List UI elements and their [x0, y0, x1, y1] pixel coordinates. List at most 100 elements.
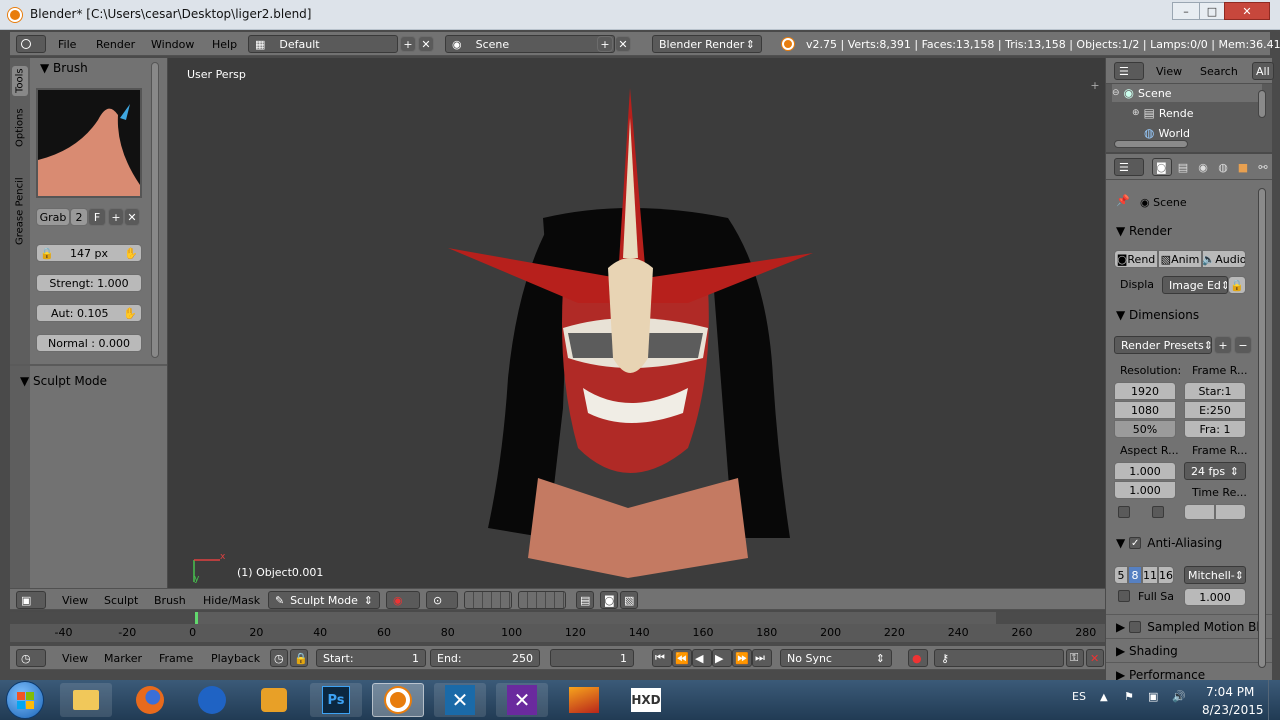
taskbar-app-x-tool[interactable]: ✕ [434, 683, 486, 717]
context-tab-scene[interactable]: ◉ [1194, 158, 1212, 176]
remove-preset-button[interactable]: − [1234, 336, 1252, 354]
layout-selector[interactable]: ▦ Default [248, 35, 398, 53]
editor-type-button[interactable]: ◷ [16, 649, 46, 667]
prev-keyframe-button[interactable]: ⏪ [672, 649, 692, 667]
menu-render[interactable]: Render [96, 38, 135, 51]
volume-icon[interactable]: 🔊 [1172, 690, 1186, 703]
show-hidden-icons-icon[interactable]: ▲ [1100, 692, 1108, 703]
taskbar-app-xplore[interactable]: ✕ [496, 683, 548, 717]
frame-step-field[interactable]: Fra: 1 [1184, 420, 1246, 438]
brush-preview[interactable] [36, 88, 142, 198]
menu-playback[interactable]: Playback [211, 652, 260, 665]
brush-name-field[interactable]: Grab [36, 208, 70, 226]
outliner-item-render[interactable]: ⊕ ▤ Rende [1132, 104, 1262, 122]
menu-help[interactable]: Help [212, 38, 237, 51]
remove-scene-button[interactable]: ✕ [615, 36, 631, 52]
render-animation-button[interactable]: ▧ Anim [1158, 250, 1202, 268]
add-preset-button[interactable]: + [1214, 336, 1232, 354]
context-tab-object[interactable]: ■ [1234, 158, 1252, 176]
resolution-y-field[interactable]: 1080 [1114, 401, 1176, 419]
outliner-vscrollbar[interactable] [1258, 90, 1266, 118]
time-remap-old-field[interactable] [1184, 504, 1215, 520]
add-scene-button[interactable]: + [597, 36, 613, 52]
editor-type-button[interactable]: ☰ [1114, 158, 1144, 176]
network-icon[interactable]: ▣ [1148, 690, 1158, 703]
editor-type-button[interactable] [16, 35, 46, 53]
menu-marker[interactable]: Marker [104, 652, 142, 665]
taskbar-app-firefox[interactable] [124, 683, 176, 717]
aa-samples-11[interactable]: 11 [1142, 566, 1158, 584]
taskbar-app-explorer[interactable] [60, 683, 112, 717]
menu-hide-mask[interactable]: Hide/Mask [203, 594, 260, 607]
context-tab-constraints[interactable]: ⚯ [1254, 158, 1272, 176]
frame-end-field[interactable]: E:250 [1184, 401, 1246, 419]
lock-camera-button[interactable]: ▤ [576, 591, 594, 609]
menu-frame[interactable]: Frame [159, 652, 193, 665]
jump-end-button[interactable]: ⏭ [752, 649, 772, 667]
context-tab-layers[interactable]: ▤ [1174, 158, 1192, 176]
play-button[interactable]: ▶ [712, 649, 732, 667]
strength-field[interactable]: Strengt: 1.000 [36, 274, 142, 292]
timeline-ruler[interactable]: -40 -20 0 20 40 60 80 100 120 140 160 180 200 220 240 2… [10, 612, 1105, 642]
resolution-percentage-field[interactable]: 50% [1114, 420, 1176, 438]
full-sample-checkbox[interactable] [1118, 590, 1130, 602]
end-frame-field[interactable]: End: 250 [430, 649, 540, 667]
insert-keyframe-button[interactable]: ⚿ [1066, 649, 1084, 667]
layer-buttons-b[interactable] [518, 591, 566, 609]
play-reverse-button[interactable]: ◀ [692, 649, 712, 667]
input-language[interactable]: ES [1072, 690, 1086, 703]
aa-checkbox[interactable]: ✓ [1129, 537, 1142, 549]
filter-size-field[interactable]: 1.000 [1184, 588, 1246, 606]
jump-start-button[interactable]: ⏮ [652, 649, 672, 667]
tab-tools[interactable]: Tools [12, 66, 28, 96]
close-button[interactable]: ✕ [1224, 2, 1270, 20]
render-presets-selector[interactable]: Render Presets ⇕ [1114, 336, 1212, 354]
taskbar-app-photoshop[interactable]: Ps [310, 683, 362, 717]
show-desktop-button[interactable] [1268, 680, 1280, 720]
editor-type-button[interactable]: ▣ [16, 591, 46, 609]
clock-time[interactable]: 7:04 PM [1206, 685, 1254, 699]
start-button[interactable] [6, 681, 44, 719]
brush-panel-header[interactable]: ▼ Brush [40, 61, 88, 75]
autosmooth-field[interactable]: Aut: 0.105 ✋ [36, 304, 142, 322]
taskbar-app-video[interactable] [558, 683, 610, 717]
minimize-button[interactable]: – [1172, 2, 1200, 20]
properties-scrollbar[interactable] [1258, 188, 1266, 668]
render-image-button[interactable]: ◙ Rend [1114, 250, 1158, 268]
start-frame-field[interactable]: Start: 1 [316, 649, 426, 667]
menu-view[interactable]: View [62, 594, 88, 607]
display-filter-selector[interactable]: All [1252, 62, 1274, 80]
aa-samples-16[interactable]: 16 [1158, 566, 1174, 584]
sculpt-mode-panel-header[interactable]: ▼ Sculpt Mode [20, 374, 107, 388]
plus-icon[interactable]: + [1090, 79, 1100, 92]
menu-file[interactable]: File [58, 38, 76, 51]
sync-mode-selector[interactable]: No Sync ⇕ [780, 649, 892, 667]
scene-selector[interactable]: ◉ Scene [445, 35, 615, 53]
motion-blur-checkbox[interactable] [1129, 621, 1142, 633]
menu-view[interactable]: View [1156, 65, 1182, 78]
menu-sculpt[interactable]: Sculpt [104, 594, 138, 607]
next-keyframe-button[interactable]: ⏩ [732, 649, 752, 667]
menu-window[interactable]: Window [151, 38, 194, 51]
clock-date[interactable]: 8/23/2015 [1202, 703, 1264, 717]
keying-set-field[interactable]: ⚷ [934, 649, 1064, 667]
fake-user-toggle[interactable]: F [88, 208, 106, 226]
context-tab-world[interactable]: ◍ [1214, 158, 1232, 176]
preview-range-toggle[interactable]: ◷ [270, 649, 288, 667]
auto-keying-button[interactable]: ● [908, 649, 928, 667]
taskbar-app-hxd[interactable]: HXD [620, 683, 672, 717]
aspect-y-field[interactable]: 1.000 [1114, 481, 1176, 499]
aspect-x-field[interactable]: 1.000 [1114, 462, 1176, 480]
remove-brush-button[interactable]: ✕ [124, 208, 140, 226]
render-engine-selector[interactable]: Blender Render ⇕ [652, 35, 762, 53]
outliner-item-scene[interactable]: ⊖ ◉ Scene [1112, 84, 1262, 102]
delete-keyframe-button[interactable]: ✕ [1086, 649, 1104, 667]
lock-interface-button[interactable]: 🔒 [1228, 276, 1246, 294]
render-anim-button[interactable]: ▧ [620, 591, 638, 609]
shading-panel-header[interactable]: ▶ Shading [1116, 644, 1178, 658]
current-frame-field[interactable]: 1 [550, 649, 634, 667]
taskbar-app-media-player[interactable] [248, 683, 300, 717]
context-tab-render[interactable]: ◙ [1152, 158, 1172, 176]
tool-shelf-scrollbar[interactable] [151, 62, 159, 358]
radius-field[interactable]: 🔒 147 px ✋ [36, 244, 142, 262]
